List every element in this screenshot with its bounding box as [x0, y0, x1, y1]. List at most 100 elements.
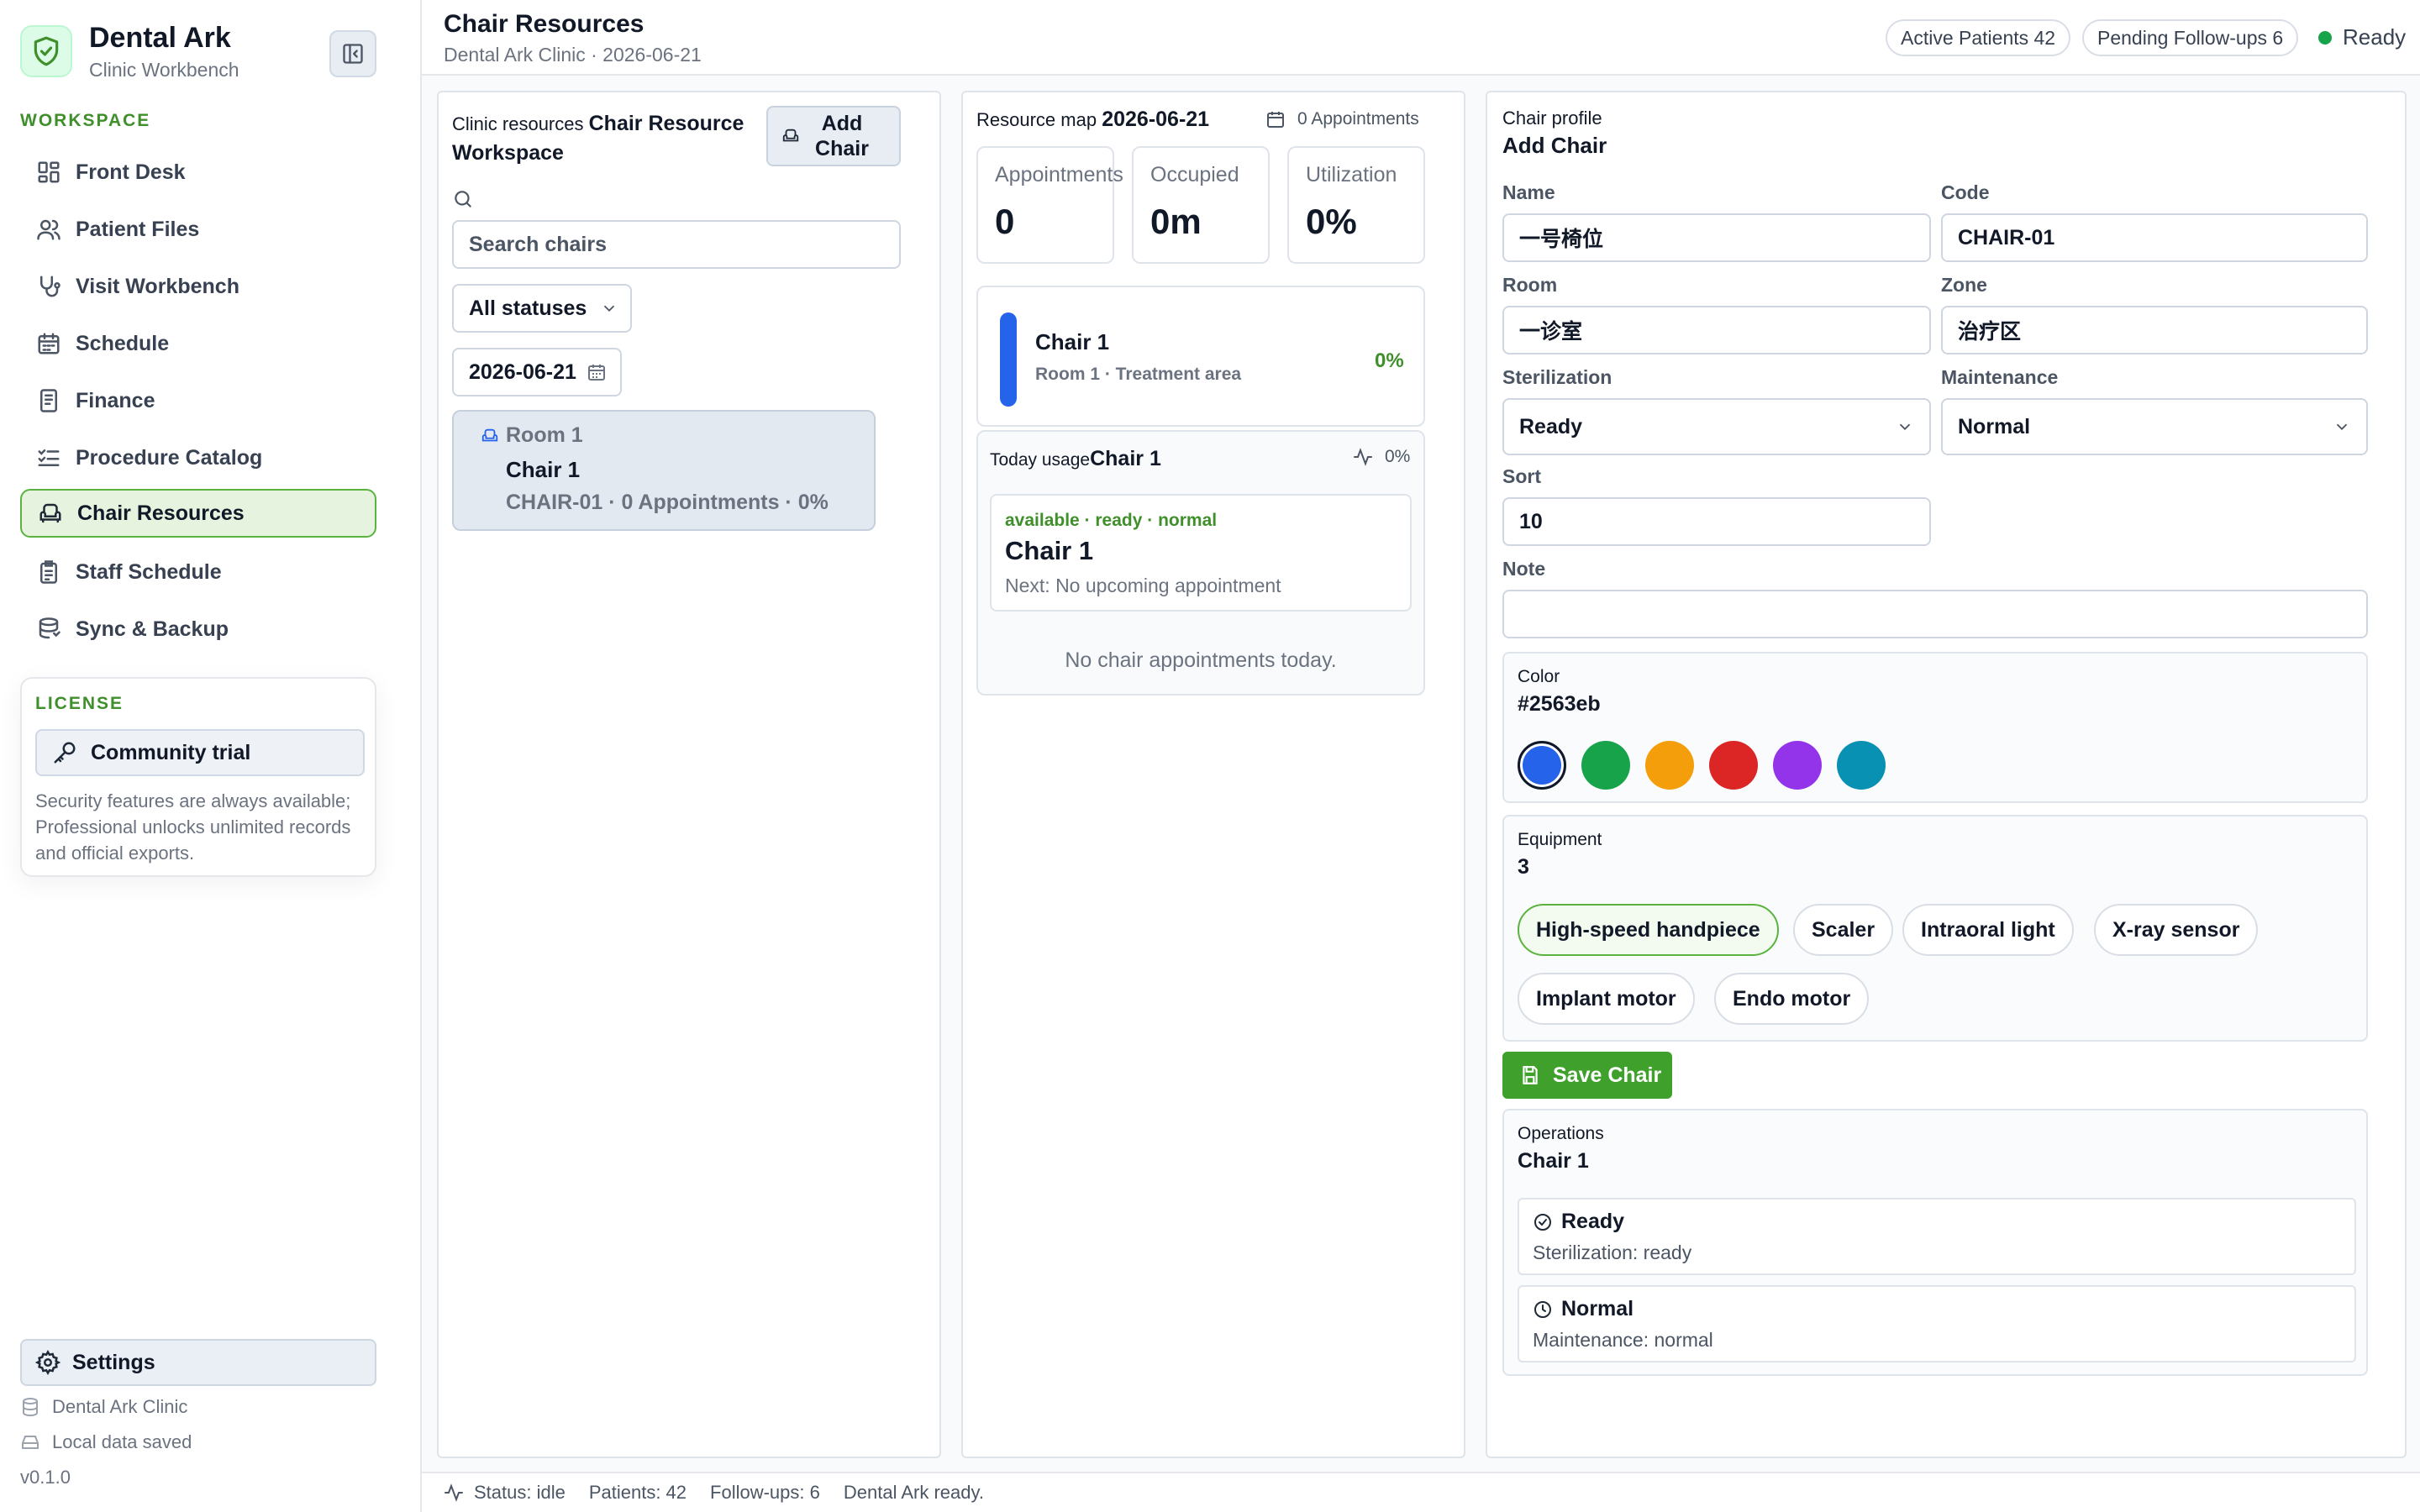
- sidebar-item-label: Staff Schedule: [76, 559, 222, 584]
- sidebar-item-sync-backup[interactable]: Sync & Backup: [20, 605, 376, 654]
- operations-chair: Chair 1: [1518, 1149, 1589, 1173]
- color-swatch-blue[interactable]: [1518, 741, 1566, 790]
- color-swatch-red[interactable]: [1709, 741, 1758, 790]
- operations-card: Operations Chair 1 Ready Sterilization: …: [1502, 1109, 2368, 1376]
- note-label: Note: [1502, 558, 1546, 580]
- stethoscope-icon: [35, 273, 62, 300]
- stat-value: 0m: [1150, 202, 1202, 241]
- footer-patients: Patients: 42: [588, 1482, 687, 1503]
- note-field[interactable]: [1502, 590, 2368, 638]
- chair-map-location: Room 1 · Treatment area: [1035, 365, 1242, 384]
- zone-field[interactable]: [1941, 306, 2368, 354]
- sidebar-item-label: Finance: [76, 388, 155, 412]
- stat-value: 0%: [1306, 202, 1357, 241]
- sidebar-item-procedure-catalog[interactable]: Procedure Catalog: [20, 433, 376, 482]
- sidebar-item-label: Procedure Catalog: [76, 445, 263, 470]
- equipment-chip[interactable]: Intraoral light: [1902, 904, 2074, 956]
- today-usage-pct-label: 0%: [1385, 447, 1411, 466]
- color-swatch-purple[interactable]: [1773, 741, 1822, 790]
- sidebar-item-label: Front Desk: [76, 160, 186, 184]
- equipment-chip[interactable]: X-ray sensor: [2094, 904, 2259, 956]
- operation-desc: Maintenance: normal: [1533, 1329, 1713, 1351]
- sidebar-item-front-desk[interactable]: Front Desk: [20, 148, 376, 197]
- sidebar-item-finance[interactable]: Finance: [20, 376, 376, 425]
- add-chair-label: Add Chair: [815, 112, 869, 160]
- color-value: #2563eb: [1518, 692, 1601, 716]
- save-chair-button[interactable]: Save Chair: [1502, 1052, 1672, 1099]
- sort-field[interactable]: [1502, 497, 1931, 546]
- check-circle-icon: [1534, 1213, 1551, 1231]
- status-filter-select[interactable]: All statuses: [452, 284, 632, 333]
- sidebar-item-patient-files[interactable]: Patient Files: [20, 205, 376, 254]
- code-label: Code: [1941, 181, 1990, 203]
- equipment-chip[interactable]: Implant motor: [1518, 973, 1695, 1025]
- operation-title: Ready: [1533, 1210, 1624, 1234]
- color-swatch-green[interactable]: [1581, 741, 1630, 790]
- equipment-chip[interactable]: Endo motor: [1714, 973, 1870, 1025]
- panel-collapse-icon: [343, 44, 363, 64]
- code-field[interactable]: [1941, 213, 2368, 262]
- sidebar-item-schedule[interactable]: Schedule: [20, 319, 376, 368]
- date-picker[interactable]: 2026-06-21: [452, 348, 622, 396]
- equipment-label: Equipment: [1518, 830, 1602, 849]
- chevron-down-icon: [1899, 423, 1911, 431]
- stat-occupied: Occupied 0m: [1132, 146, 1270, 264]
- sterilization-select[interactable]: Ready: [1502, 398, 1931, 455]
- key-icon: [54, 742, 76, 764]
- clipboard-icon: [35, 559, 62, 585]
- search-chairs-input[interactable]: [452, 220, 901, 269]
- chair-map-card[interactable]: Chair 1 Room 1 · Treatment area 0%: [976, 286, 1425, 427]
- status-bar: Status: idle Patients: 42 Follow-ups: 6 …: [422, 1472, 2420, 1512]
- name-label: Name: [1502, 181, 1555, 203]
- stat-label: Occupied: [1150, 163, 1239, 186]
- pending-followups-badge[interactable]: Pending Follow-ups 6: [2082, 19, 2299, 56]
- active-patients-badge[interactable]: Active Patients 42: [1886, 19, 2071, 56]
- database-icon: [23, 1398, 38, 1417]
- chair-list-item[interactable]: Room 1 Chair 1 CHAIR-01 · 0 Appointments…: [452, 410, 876, 531]
- color-swatch-amber[interactable]: [1645, 741, 1694, 790]
- save-icon: [1523, 1066, 1538, 1084]
- profile-title: Add Chair: [1502, 133, 1607, 158]
- sidebar-item-label: Patient Files: [76, 217, 200, 241]
- room-field[interactable]: [1502, 306, 1931, 354]
- stat-label: Appointments: [995, 163, 1123, 186]
- operation-title-label: Ready: [1561, 1210, 1625, 1233]
- chair-name: Chair 1: [506, 457, 581, 482]
- sidebar-item-chair-resources[interactable]: Chair Resources: [20, 489, 376, 538]
- activity-icon: [1354, 448, 1372, 466]
- usage-chair-item[interactable]: available · ready · normal Chair 1 Next:…: [990, 494, 1412, 612]
- color-card: Color #2563eb: [1502, 652, 2368, 803]
- sidebar-item-staff-schedule[interactable]: Staff Schedule: [20, 548, 376, 596]
- sterilization-label: Sterilization: [1502, 366, 1612, 388]
- equipment-count: 3: [1518, 855, 1529, 879]
- license-description: Security features are always available; …: [35, 790, 351, 864]
- chair-room-label: Room 1: [506, 423, 583, 447]
- collapse-sidebar-button[interactable]: [329, 30, 376, 77]
- name-field[interactable]: [1502, 213, 1931, 262]
- resource-map-label: Resource map: [976, 109, 1097, 130]
- storage-status: Local data saved: [52, 1431, 192, 1452]
- operation-row-maintenance[interactable]: Normal Maintenance: normal: [1518, 1285, 2356, 1362]
- footer-followups: Follow-ups: 6: [710, 1482, 820, 1503]
- storage-meta: Local data saved: [20, 1431, 192, 1453]
- today-usage-pct: 0%: [1353, 447, 1410, 467]
- equipment-chip[interactable]: High-speed handpiece: [1518, 904, 1779, 956]
- settings-button[interactable]: Settings: [20, 1339, 376, 1386]
- community-trial-button[interactable]: Community trial: [35, 729, 365, 776]
- operation-row-sterilization[interactable]: Ready Sterilization: ready: [1518, 1198, 2356, 1275]
- sidebar-item-visit-workbench[interactable]: Visit Workbench: [20, 262, 376, 311]
- maintenance-select[interactable]: Normal: [1941, 398, 2368, 455]
- equipment-chip[interactable]: Scaler: [1793, 904, 1894, 956]
- color-label: Color: [1518, 667, 1560, 686]
- add-chair-button[interactable]: Add Chair: [766, 106, 901, 166]
- receipt-icon: [35, 387, 62, 414]
- chair-profile-panel: Chair profile Add Chair Name Code Room Z…: [1486, 91, 2407, 1458]
- color-swatch-cyan[interactable]: [1837, 741, 1886, 790]
- chair-map-name: Chair 1: [1035, 329, 1110, 354]
- stat-utilization: Utilization 0%: [1287, 146, 1425, 264]
- gear-icon: [35, 1350, 60, 1375]
- zone-label: Zone: [1941, 274, 1987, 296]
- license-card: LICENSE Community trial Security feature…: [20, 677, 376, 877]
- status-filter-value: All statuses: [469, 296, 587, 320]
- maintenance-value: Normal: [1958, 414, 2031, 438]
